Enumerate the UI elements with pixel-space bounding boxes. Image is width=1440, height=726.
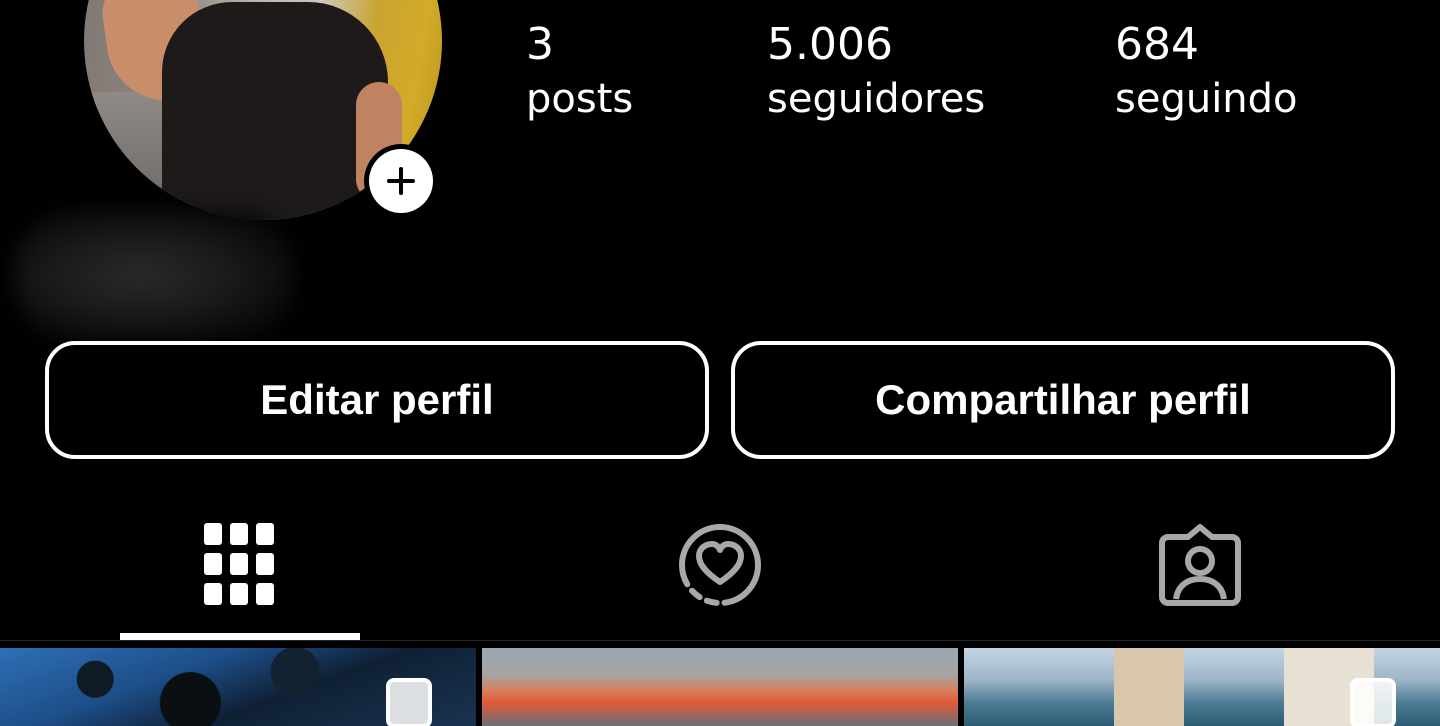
add-story-button[interactable] bbox=[364, 144, 438, 218]
thumbnail-building bbox=[1114, 648, 1184, 726]
blurred-username bbox=[14, 210, 294, 340]
grid-icon bbox=[204, 523, 274, 605]
active-tab-indicator bbox=[120, 633, 360, 640]
plus-icon bbox=[387, 167, 415, 195]
multiple-photos-icon bbox=[1350, 678, 1396, 726]
avatar-photo-background bbox=[84, 92, 174, 220]
stat-following-value: 684 bbox=[1115, 19, 1199, 70]
stat-followers[interactable]: 5.006 seguidores bbox=[767, 18, 985, 126]
tab-reels-likes[interactable] bbox=[480, 490, 960, 640]
multiple-photos-icon bbox=[386, 678, 432, 726]
tab-divider bbox=[0, 640, 1440, 641]
post-thumbnail[interactable] bbox=[482, 648, 958, 726]
tab-tagged[interactable] bbox=[960, 490, 1440, 640]
share-profile-button[interactable]: Compartilhar perfil bbox=[731, 341, 1395, 459]
stat-posts[interactable]: 3 posts bbox=[526, 18, 633, 126]
stat-posts-label: posts bbox=[526, 76, 634, 122]
stat-following[interactable]: 684 seguindo bbox=[1115, 18, 1298, 126]
avatar-photo-shirt bbox=[162, 2, 388, 220]
tab-posts-grid[interactable] bbox=[0, 490, 480, 640]
post-thumbnail[interactable] bbox=[0, 648, 476, 726]
reels-heart-icon bbox=[679, 524, 761, 606]
stat-following-label: seguindo bbox=[1115, 76, 1298, 122]
stat-posts-value: 3 bbox=[526, 19, 554, 70]
profile-page: 3 posts 5.006 seguidores 684 seguindo Ed… bbox=[0, 0, 1440, 726]
post-thumbnail[interactable] bbox=[964, 648, 1440, 726]
tagged-icon bbox=[1159, 524, 1241, 606]
stat-followers-value: 5.006 bbox=[767, 19, 893, 70]
edit-profile-button[interactable]: Editar perfil bbox=[45, 341, 709, 459]
stat-followers-label: seguidores bbox=[767, 76, 986, 122]
